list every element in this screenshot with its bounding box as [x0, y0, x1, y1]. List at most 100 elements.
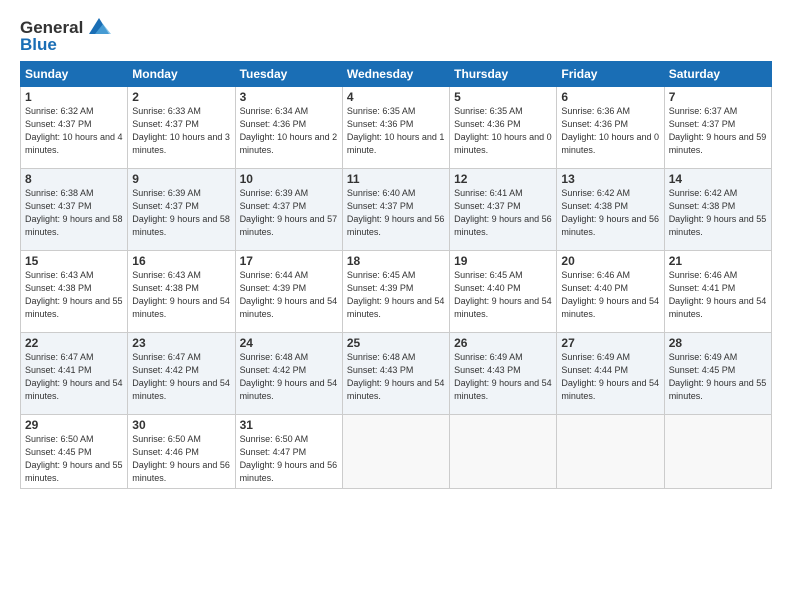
- day-info: Sunrise: 6:46 AMSunset: 4:40 PMDaylight:…: [561, 270, 659, 319]
- header-tuesday: Tuesday: [235, 62, 342, 87]
- calendar-cell: 26 Sunrise: 6:49 AMSunset: 4:43 PMDaylig…: [450, 333, 557, 415]
- day-number: 23: [132, 336, 230, 350]
- calendar-cell: 7 Sunrise: 6:37 AMSunset: 4:37 PMDayligh…: [664, 87, 771, 169]
- day-info: Sunrise: 6:39 AMSunset: 4:37 PMDaylight:…: [240, 188, 338, 237]
- calendar-cell: 31 Sunrise: 6:50 AMSunset: 4:47 PMDaylig…: [235, 415, 342, 489]
- header-saturday: Saturday: [664, 62, 771, 87]
- day-info: Sunrise: 6:35 AMSunset: 4:36 PMDaylight:…: [347, 106, 445, 155]
- calendar-cell: 22 Sunrise: 6:47 AMSunset: 4:41 PMDaylig…: [21, 333, 128, 415]
- day-info: Sunrise: 6:47 AMSunset: 4:41 PMDaylight:…: [25, 352, 123, 401]
- calendar-cell: 9 Sunrise: 6:39 AMSunset: 4:37 PMDayligh…: [128, 169, 235, 251]
- calendar-cell: 25 Sunrise: 6:48 AMSunset: 4:43 PMDaylig…: [342, 333, 449, 415]
- calendar-cell: 28 Sunrise: 6:49 AMSunset: 4:45 PMDaylig…: [664, 333, 771, 415]
- calendar-cell: 1 Sunrise: 6:32 AMSunset: 4:37 PMDayligh…: [21, 87, 128, 169]
- day-info: Sunrise: 6:49 AMSunset: 4:44 PMDaylight:…: [561, 352, 659, 401]
- calendar-cell: 10 Sunrise: 6:39 AMSunset: 4:37 PMDaylig…: [235, 169, 342, 251]
- day-info: Sunrise: 6:49 AMSunset: 4:45 PMDaylight:…: [669, 352, 767, 401]
- calendar-week-3: 15 Sunrise: 6:43 AMSunset: 4:38 PMDaylig…: [21, 251, 772, 333]
- calendar-cell: 23 Sunrise: 6:47 AMSunset: 4:42 PMDaylig…: [128, 333, 235, 415]
- day-number: 14: [669, 172, 767, 186]
- day-info: Sunrise: 6:38 AMSunset: 4:37 PMDaylight:…: [25, 188, 123, 237]
- day-number: 22: [25, 336, 123, 350]
- calendar-week-5: 29 Sunrise: 6:50 AMSunset: 4:45 PMDaylig…: [21, 415, 772, 489]
- calendar-cell: 18 Sunrise: 6:45 AMSunset: 4:39 PMDaylig…: [342, 251, 449, 333]
- day-info: Sunrise: 6:46 AMSunset: 4:41 PMDaylight:…: [669, 270, 767, 319]
- day-info: Sunrise: 6:41 AMSunset: 4:37 PMDaylight:…: [454, 188, 552, 237]
- day-info: Sunrise: 6:45 AMSunset: 4:40 PMDaylight:…: [454, 270, 552, 319]
- calendar-week-1: 1 Sunrise: 6:32 AMSunset: 4:37 PMDayligh…: [21, 87, 772, 169]
- calendar-cell: [557, 415, 664, 489]
- day-number: 16: [132, 254, 230, 268]
- calendar-table: SundayMondayTuesdayWednesdayThursdayFrid…: [20, 61, 772, 489]
- day-number: 3: [240, 90, 338, 104]
- day-number: 10: [240, 172, 338, 186]
- day-info: Sunrise: 6:43 AMSunset: 4:38 PMDaylight:…: [132, 270, 230, 319]
- day-info: Sunrise: 6:42 AMSunset: 4:38 PMDaylight:…: [669, 188, 767, 237]
- day-info: Sunrise: 6:33 AMSunset: 4:37 PMDaylight:…: [132, 106, 230, 155]
- day-number: 2: [132, 90, 230, 104]
- calendar-cell: 19 Sunrise: 6:45 AMSunset: 4:40 PMDaylig…: [450, 251, 557, 333]
- day-info: Sunrise: 6:40 AMSunset: 4:37 PMDaylight:…: [347, 188, 445, 237]
- day-number: 15: [25, 254, 123, 268]
- page: General Blue SundayMondayTuesdayWednesda…: [0, 0, 792, 612]
- header-friday: Friday: [557, 62, 664, 87]
- calendar-cell: 3 Sunrise: 6:34 AMSunset: 4:36 PMDayligh…: [235, 87, 342, 169]
- day-number: 31: [240, 418, 338, 432]
- day-info: Sunrise: 6:48 AMSunset: 4:43 PMDaylight:…: [347, 352, 445, 401]
- calendar-week-4: 22 Sunrise: 6:47 AMSunset: 4:41 PMDaylig…: [21, 333, 772, 415]
- day-info: Sunrise: 6:36 AMSunset: 4:36 PMDaylight:…: [561, 106, 659, 155]
- day-number: 19: [454, 254, 552, 268]
- calendar-cell: 14 Sunrise: 6:42 AMSunset: 4:38 PMDaylig…: [664, 169, 771, 251]
- calendar-cell: 2 Sunrise: 6:33 AMSunset: 4:37 PMDayligh…: [128, 87, 235, 169]
- day-info: Sunrise: 6:43 AMSunset: 4:38 PMDaylight:…: [25, 270, 123, 319]
- day-number: 29: [25, 418, 123, 432]
- day-info: Sunrise: 6:35 AMSunset: 4:36 PMDaylight:…: [454, 106, 552, 155]
- day-number: 28: [669, 336, 767, 350]
- logo-icon: [85, 16, 113, 38]
- day-info: Sunrise: 6:47 AMSunset: 4:42 PMDaylight:…: [132, 352, 230, 401]
- day-info: Sunrise: 6:37 AMSunset: 4:37 PMDaylight:…: [669, 106, 767, 155]
- day-info: Sunrise: 6:50 AMSunset: 4:45 PMDaylight:…: [25, 434, 123, 483]
- day-number: 26: [454, 336, 552, 350]
- calendar-cell: 6 Sunrise: 6:36 AMSunset: 4:36 PMDayligh…: [557, 87, 664, 169]
- day-info: Sunrise: 6:49 AMSunset: 4:43 PMDaylight:…: [454, 352, 552, 401]
- calendar-cell: 27 Sunrise: 6:49 AMSunset: 4:44 PMDaylig…: [557, 333, 664, 415]
- calendar-cell: 8 Sunrise: 6:38 AMSunset: 4:37 PMDayligh…: [21, 169, 128, 251]
- day-number: 25: [347, 336, 445, 350]
- calendar-cell: 16 Sunrise: 6:43 AMSunset: 4:38 PMDaylig…: [128, 251, 235, 333]
- calendar-header-row: SundayMondayTuesdayWednesdayThursdayFrid…: [21, 62, 772, 87]
- day-info: Sunrise: 6:42 AMSunset: 4:38 PMDaylight:…: [561, 188, 659, 237]
- day-info: Sunrise: 6:39 AMSunset: 4:37 PMDaylight:…: [132, 188, 230, 237]
- calendar-cell: 13 Sunrise: 6:42 AMSunset: 4:38 PMDaylig…: [557, 169, 664, 251]
- day-number: 4: [347, 90, 445, 104]
- calendar-cell: 29 Sunrise: 6:50 AMSunset: 4:45 PMDaylig…: [21, 415, 128, 489]
- day-number: 21: [669, 254, 767, 268]
- calendar-cell: 30 Sunrise: 6:50 AMSunset: 4:46 PMDaylig…: [128, 415, 235, 489]
- calendar-cell: 20 Sunrise: 6:46 AMSunset: 4:40 PMDaylig…: [557, 251, 664, 333]
- calendar-cell: 11 Sunrise: 6:40 AMSunset: 4:37 PMDaylig…: [342, 169, 449, 251]
- calendar-week-2: 8 Sunrise: 6:38 AMSunset: 4:37 PMDayligh…: [21, 169, 772, 251]
- day-number: 24: [240, 336, 338, 350]
- day-number: 27: [561, 336, 659, 350]
- day-number: 9: [132, 172, 230, 186]
- day-number: 20: [561, 254, 659, 268]
- day-info: Sunrise: 6:32 AMSunset: 4:37 PMDaylight:…: [25, 106, 123, 155]
- day-info: Sunrise: 6:45 AMSunset: 4:39 PMDaylight:…: [347, 270, 445, 319]
- day-info: Sunrise: 6:50 AMSunset: 4:46 PMDaylight:…: [132, 434, 230, 483]
- day-info: Sunrise: 6:48 AMSunset: 4:42 PMDaylight:…: [240, 352, 338, 401]
- logo: General Blue: [20, 16, 113, 53]
- calendar-cell: 21 Sunrise: 6:46 AMSunset: 4:41 PMDaylig…: [664, 251, 771, 333]
- day-number: 13: [561, 172, 659, 186]
- calendar-cell: [664, 415, 771, 489]
- logo-blue: Blue: [20, 36, 57, 53]
- day-number: 30: [132, 418, 230, 432]
- calendar-cell: 17 Sunrise: 6:44 AMSunset: 4:39 PMDaylig…: [235, 251, 342, 333]
- day-number: 11: [347, 172, 445, 186]
- day-number: 5: [454, 90, 552, 104]
- day-number: 7: [669, 90, 767, 104]
- day-number: 6: [561, 90, 659, 104]
- calendar-cell: 5 Sunrise: 6:35 AMSunset: 4:36 PMDayligh…: [450, 87, 557, 169]
- day-number: 1: [25, 90, 123, 104]
- day-number: 12: [454, 172, 552, 186]
- day-number: 18: [347, 254, 445, 268]
